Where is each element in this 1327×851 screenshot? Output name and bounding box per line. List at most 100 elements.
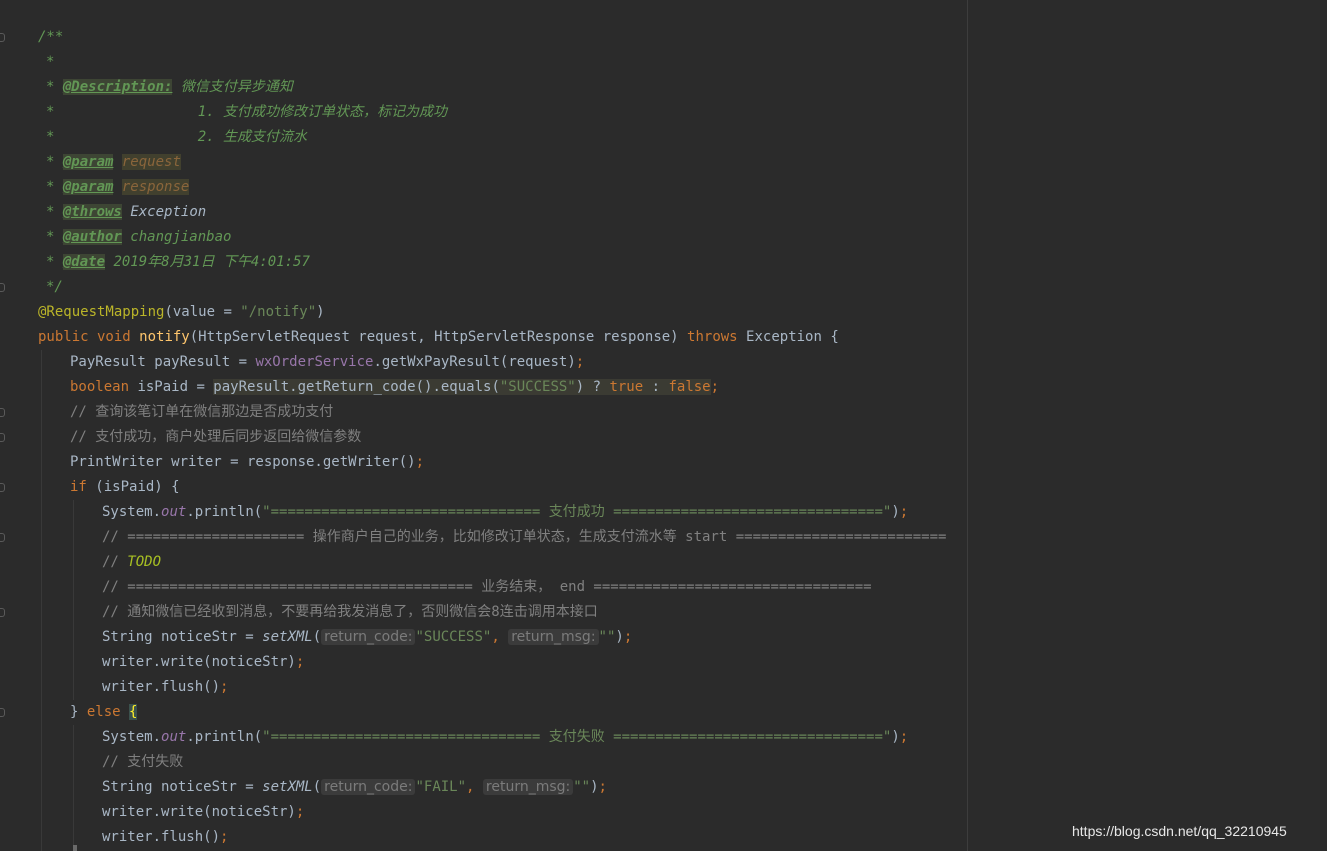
code-line[interactable]: public void notify(HttpServletRequest re… xyxy=(38,325,839,350)
code-token: * xyxy=(46,179,63,195)
code-line[interactable]: * @author changjianbao xyxy=(46,225,231,250)
code-line[interactable]: writer.flush(); xyxy=(102,675,228,700)
code-line[interactable]: * @param request xyxy=(46,150,181,175)
code-line[interactable]: System.out.println("====================… xyxy=(102,725,908,750)
code-token: "SUCCESS" xyxy=(415,629,492,645)
code-line[interactable]: PayResult payResult = wxOrderService.get… xyxy=(70,350,584,375)
code-line[interactable]: * 1. 支付成功修改订单状态，标记为成功 xyxy=(46,100,447,125)
code-token: ; xyxy=(220,829,229,845)
code-token: writer.write(noticeStr) xyxy=(102,654,296,670)
code-token: * xyxy=(46,229,63,245)
fold-icon[interactable] xyxy=(0,33,5,42)
fold-icon[interactable] xyxy=(0,408,5,417)
code-token: { xyxy=(129,704,138,720)
code-token: // ===================== 操作商户自己的业务，比如修改订… xyxy=(102,529,947,545)
code-token: ) ? xyxy=(575,379,610,395)
fold-icon[interactable] xyxy=(0,533,5,542)
code-token: 微信支付异步通知 xyxy=(172,79,293,95)
code-token: (isPaid) { xyxy=(95,479,180,495)
code-token: * 2. 生成支付流水 xyxy=(46,129,308,145)
code-token: , xyxy=(491,629,509,645)
code-line[interactable]: // 支付失败 xyxy=(102,750,183,775)
code-line[interactable]: // 查询该笔订单在微信那边是否成功支付 xyxy=(70,400,333,425)
code-line[interactable]: // ===================== 操作商户自己的业务，比如修改订… xyxy=(102,525,946,550)
code-token: */ xyxy=(46,279,63,295)
code-line[interactable]: writer.write(noticeStr); xyxy=(102,650,304,675)
code-token: .println( xyxy=(186,504,263,520)
code-line[interactable]: * @param response xyxy=(46,175,190,200)
code-line[interactable]: // TODO xyxy=(102,550,161,575)
code-token: * xyxy=(46,79,63,95)
text-caret xyxy=(73,845,77,851)
code-line[interactable]: // 通知微信已经收到消息，不要再给我发消息了，否则微信会8连击调用本接口 xyxy=(102,600,598,625)
code-token: @param xyxy=(62,179,114,195)
code-token: @RequestMapping xyxy=(38,304,165,320)
code-token: Exception { xyxy=(746,329,839,345)
code-token: ; xyxy=(295,804,305,820)
code-line[interactable]: * xyxy=(46,50,54,75)
code-token: // 支付成功，商户处理后同步返回给微信参数 xyxy=(70,429,362,445)
code-token: request xyxy=(121,154,181,170)
code-line[interactable]: PrintWriter writer = response.getWriter(… xyxy=(70,450,424,475)
code-token: @date xyxy=(62,254,106,270)
right-margin-guide xyxy=(967,0,968,851)
code-line[interactable]: // 支付成功，商户处理后同步返回给微信参数 xyxy=(70,425,361,450)
code-editor[interactable]: /** * * @Description: 微信支付异步通知 * 1. 支付成功修改订… xyxy=(0,0,1327,851)
code-token: System. xyxy=(102,729,162,745)
code-token: notify xyxy=(139,329,190,345)
code-line[interactable]: String noticeStr = setXML(return_code: "F… xyxy=(102,775,607,800)
fold-icon[interactable] xyxy=(0,433,5,442)
code-token: Exception xyxy=(130,204,207,220)
code-line[interactable]: boolean isPaid = payResult.getReturn_cod… xyxy=(70,375,719,400)
code-line[interactable]: if (isPaid) { xyxy=(70,475,180,500)
code-token: public void xyxy=(38,329,140,345)
code-line[interactable]: System.out.println("====================… xyxy=(102,500,908,525)
code-line[interactable]: /** xyxy=(38,25,63,50)
code-token: "" xyxy=(573,779,591,795)
code-line[interactable]: @RequestMapping(value = "/notify") xyxy=(38,300,325,325)
code-token: @author xyxy=(62,229,122,245)
fold-icon[interactable] xyxy=(0,283,5,292)
code-token: writer.flush() xyxy=(102,679,221,695)
code-line[interactable]: } else { xyxy=(70,700,138,725)
parameter-hint: return_msg: xyxy=(508,629,599,645)
code-token: "" xyxy=(598,629,616,645)
code-token: (value = xyxy=(164,304,241,320)
code-line[interactable]: * 2. 生成支付流水 xyxy=(46,125,307,150)
code-token: .getWxPayResult(request) xyxy=(373,354,576,370)
code-token: else xyxy=(86,704,130,720)
code-token: ; xyxy=(598,779,607,795)
code-line[interactable]: writer.flush(); xyxy=(102,825,228,850)
code-token: @Description: xyxy=(62,79,173,95)
code-token: setXML xyxy=(262,779,313,795)
fold-icon[interactable] xyxy=(0,608,5,617)
code-token: @param xyxy=(62,154,114,170)
code-token: // 查询该笔订单在微信那边是否成功支付 xyxy=(70,404,334,420)
code-token: ; xyxy=(415,454,425,470)
code-token: ( xyxy=(312,779,322,795)
parameter-hint: return_msg: xyxy=(482,779,574,795)
code-token: boolean xyxy=(70,379,138,395)
code-token: "FAIL" xyxy=(415,779,467,795)
fold-icon[interactable] xyxy=(0,483,5,492)
code-line[interactable]: String noticeStr = setXML(return_code: "S… xyxy=(102,625,632,650)
code-token: ) xyxy=(891,504,900,520)
code-token: } xyxy=(70,704,87,720)
code-line[interactable]: */ xyxy=(46,275,63,300)
code-token: ( xyxy=(312,629,322,645)
code-token: if xyxy=(70,479,96,495)
code-token: "SUCCESS" xyxy=(499,379,576,395)
code-line[interactable]: writer.write(noticeStr); xyxy=(102,800,304,825)
fold-icon[interactable] xyxy=(0,708,5,717)
code-line[interactable]: * @throws Exception xyxy=(46,200,206,225)
code-token: setXML xyxy=(262,629,313,645)
code-line[interactable]: * @Description: 微信支付异步通知 xyxy=(46,75,293,100)
code-token: payResult.getReturn_code().equals( xyxy=(213,379,500,395)
code-token: "/notify" xyxy=(240,304,317,320)
code-token: .println( xyxy=(186,729,263,745)
editor-gutter xyxy=(0,0,18,851)
code-line[interactable]: // =====================================… xyxy=(102,575,872,600)
code-token: true xyxy=(609,379,652,395)
code-line[interactable]: * @date 2019年8月31日 下午4:01:57 xyxy=(46,250,310,275)
